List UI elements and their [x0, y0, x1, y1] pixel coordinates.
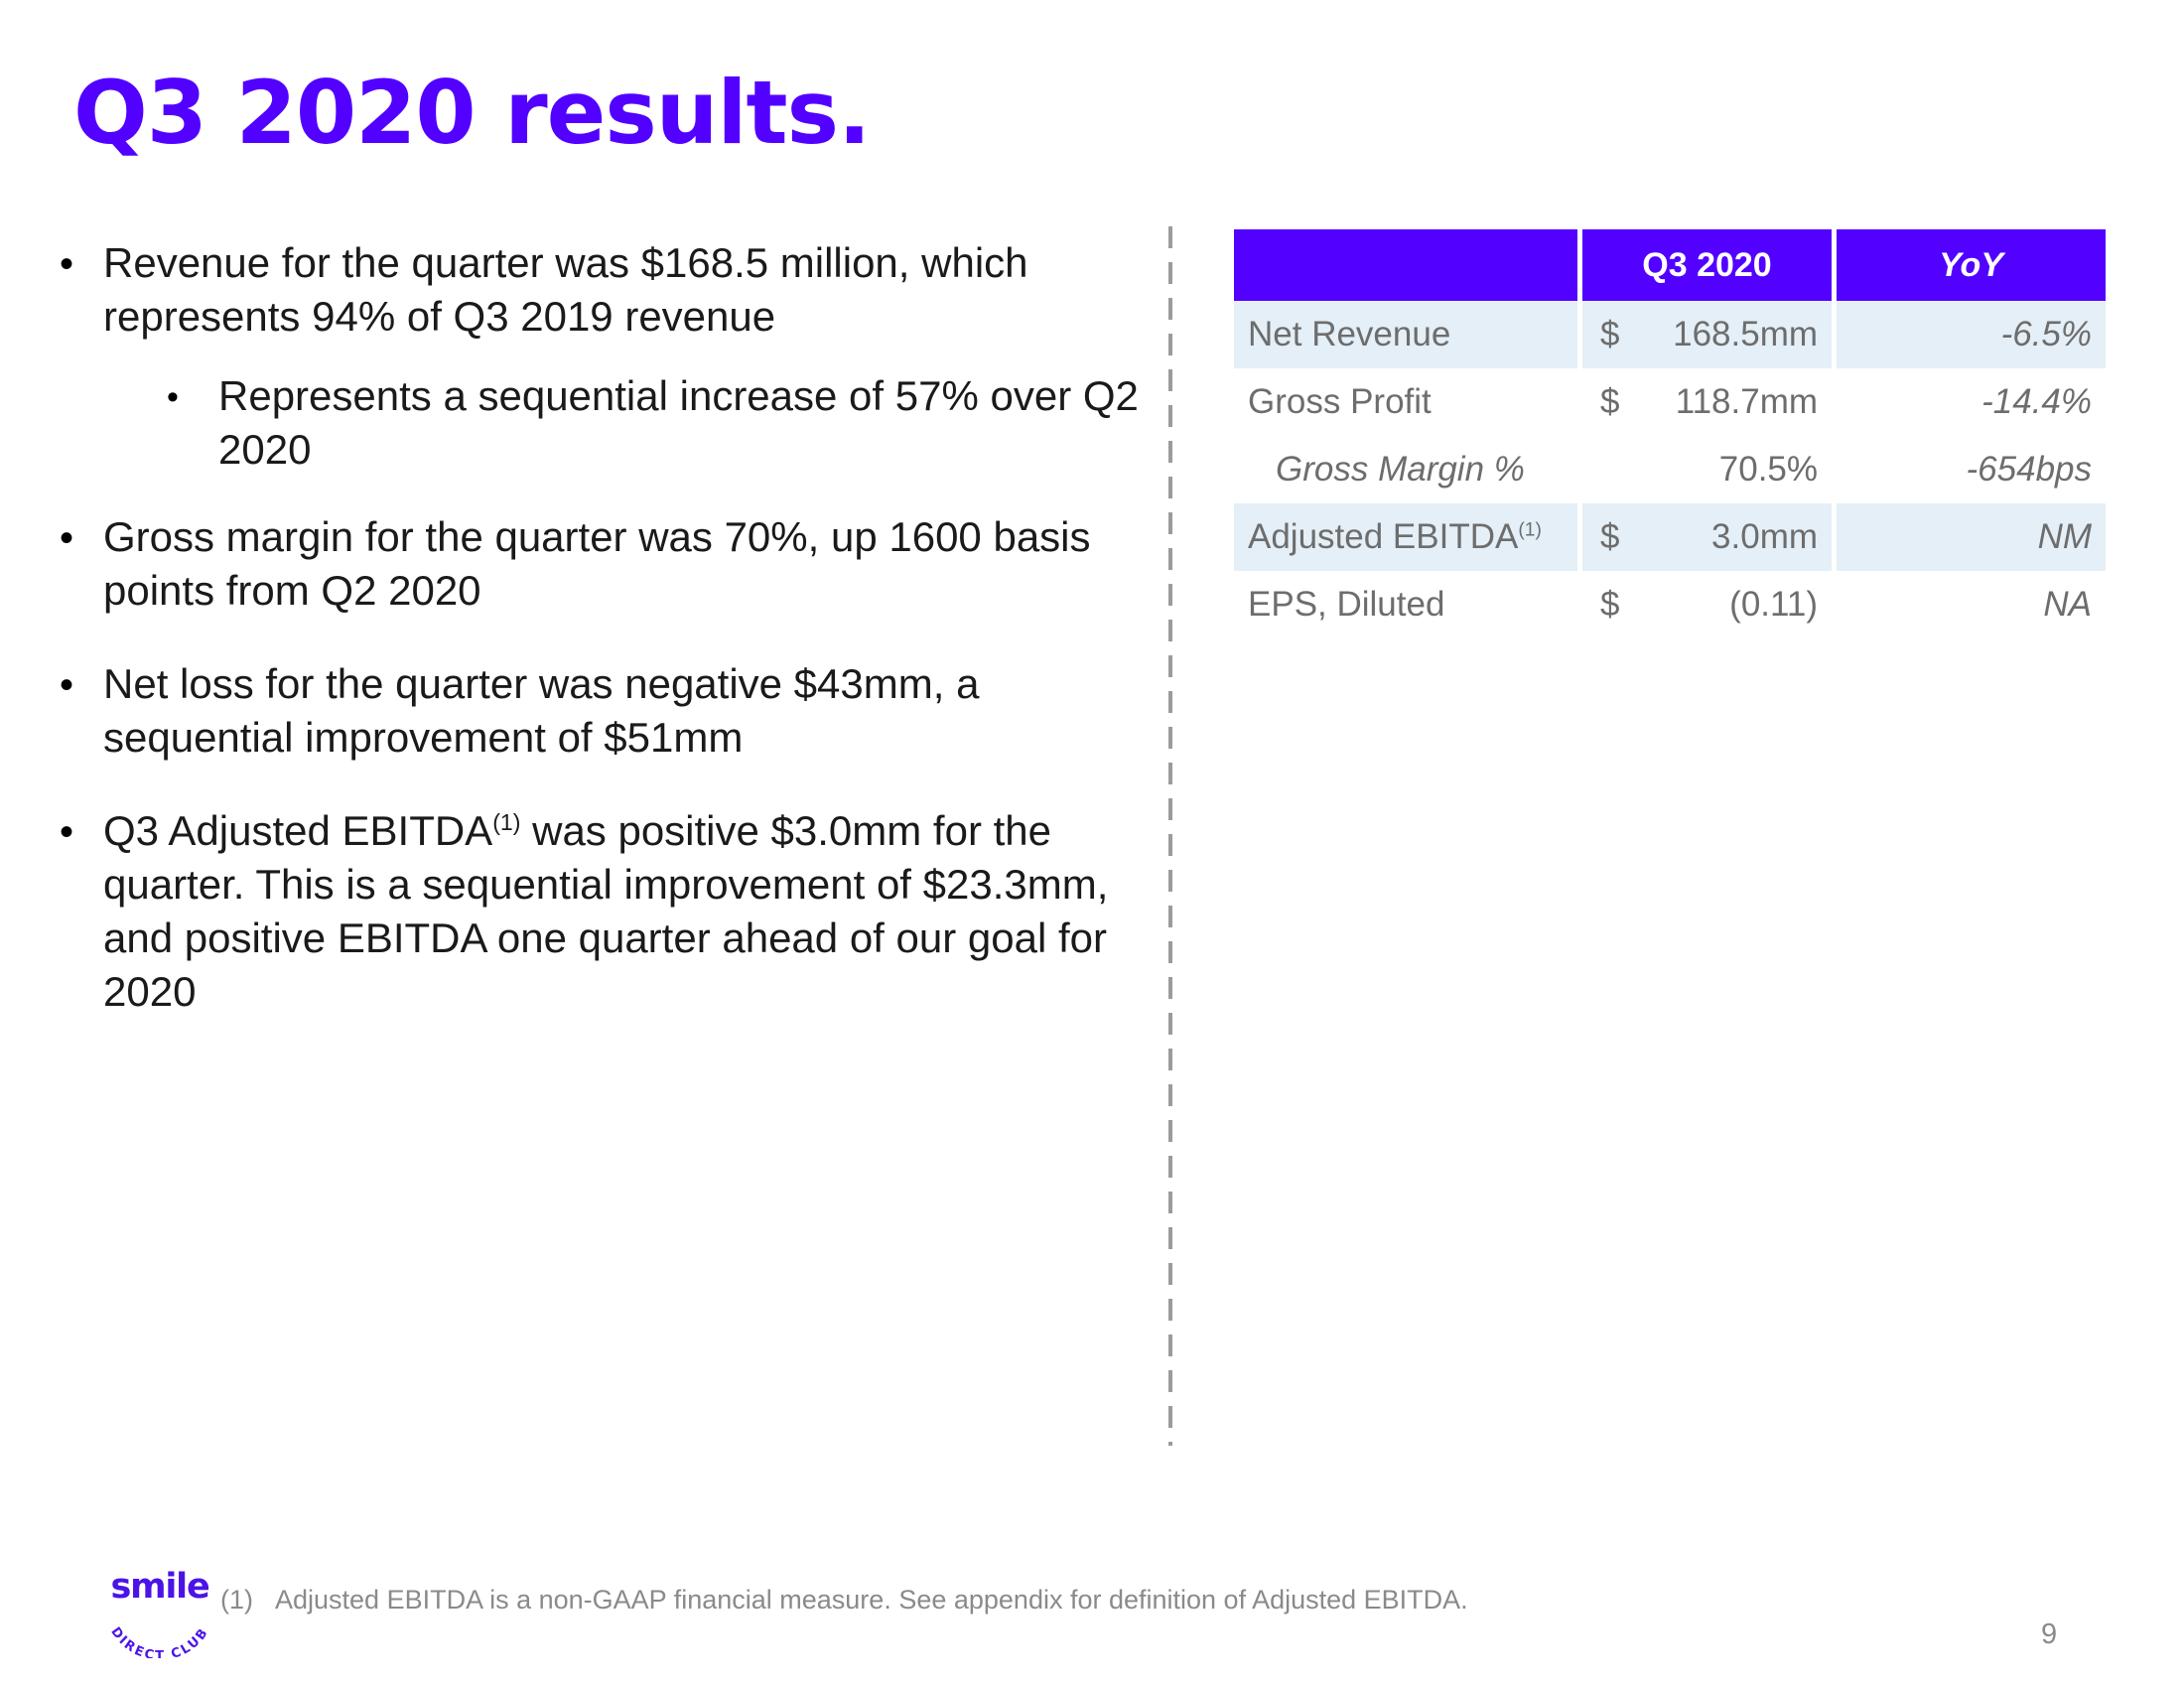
bullet-marker-icon: • — [60, 242, 74, 286]
bullet-item: • Q3 Adjusted EBITDA(1) was positive $3.0… — [60, 804, 1142, 1019]
table-row: Net Revenue $168.5mm -6.5% — [1234, 301, 2107, 368]
row-yoy-value: NM — [1832, 503, 2107, 571]
page-number: 9 — [2041, 1618, 2058, 1650]
row-yoy-value: -654bps — [1832, 436, 2107, 503]
table-body: Net Revenue $168.5mm -6.5% Gross Profit $118… — [1234, 301, 2107, 638]
column-header-yoy: YoY — [1832, 229, 2107, 301]
footnote: (1) Adjusted EBITDA is a non-GAAP financi… — [220, 1585, 1468, 1616]
row-label: EPS, Diluted — [1234, 571, 1577, 638]
footnote-ref: (1) — [492, 809, 521, 835]
row-yoy-value: NA — [1832, 571, 2107, 638]
row-value: 168.5mm — [1647, 301, 1833, 368]
smile-direct-club-logo: smile DIRECT CLUB — [97, 1567, 222, 1662]
vertical-dashed-divider — [1168, 226, 1172, 1446]
table-header-row: Q3 2020 YoY — [1234, 229, 2107, 301]
bullet-item: • Gross margin for the quarter was 70%, u… — [60, 510, 1142, 618]
bullet-item: • Net loss for the quarter was negative $… — [60, 657, 1142, 765]
bullet-list: • Revenue for the quarter was $168.5 mill… — [60, 236, 1142, 1053]
bullet-text: Represents a sequential increase of 57% … — [218, 372, 1139, 473]
row-label: Gross Profit — [1234, 368, 1577, 436]
row-value: 70.5% — [1647, 436, 1833, 503]
bullet-marker-icon: • — [167, 378, 179, 416]
financial-summary-table: Q3 2020 YoY Net Revenue $168.5mm -6.5% Gros… — [1234, 229, 2107, 638]
bullet-text: Q3 Adjusted EBITDA(1) was positive $3.0m… — [103, 807, 1109, 1015]
bullet-text: Revenue for the quarter was $168.5 milli… — [103, 239, 1028, 340]
bullet-text: Net loss for the quarter was negative $4… — [103, 660, 980, 761]
row-value: (0.11) — [1647, 571, 1833, 638]
table-row: Gross Margin % 70.5% -654bps — [1234, 436, 2107, 503]
page-title: Q3 2020 results. — [73, 62, 871, 164]
row-yoy-value: -6.5% — [1832, 301, 2107, 368]
bullet-marker-icon: • — [60, 516, 74, 560]
row-currency-symbol: $ — [1577, 503, 1647, 571]
bullet-text: Gross margin for the quarter was 70%, up… — [103, 513, 1091, 614]
row-label: Net Revenue — [1234, 301, 1577, 368]
row-currency-symbol: $ — [1577, 571, 1647, 638]
table-row: EPS, Diluted $ (0.11) NA — [1234, 571, 2107, 638]
row-label: Adjusted EBITDA(1) — [1234, 503, 1577, 571]
row-label: Gross Margin % — [1234, 436, 1577, 503]
table-row: Gross Profit $118.7mm -14.4% — [1234, 368, 2107, 436]
row-currency-symbol: $ — [1577, 301, 1647, 368]
table-row: Adjusted EBITDA(1) $3.0mm NM — [1234, 503, 2107, 571]
row-currency-symbol — [1577, 436, 1647, 503]
column-header-period: Q3 2020 — [1577, 229, 1833, 301]
bullet-marker-icon: • — [60, 810, 74, 854]
footnote-ref: (1) — [1518, 519, 1542, 541]
slide-root: Q3 2020 results. • Revenue for the quarte… — [0, 0, 2184, 1688]
row-currency-symbol: $ — [1577, 368, 1647, 436]
bullet-marker-icon: • — [60, 663, 74, 707]
bullet-item: • Represents a sequential increase of 57%… — [60, 369, 1142, 477]
footnote-number: (1) — [220, 1585, 253, 1615]
row-yoy-value: -14.4% — [1832, 368, 2107, 436]
row-value: 3.0mm — [1647, 503, 1833, 571]
footnote-text: Adjusted EBITDA is a non-GAAP financial … — [275, 1585, 1468, 1615]
bullet-item: • Revenue for the quarter was $168.5 mill… — [60, 236, 1142, 344]
logo-wordmark: smile — [110, 1567, 209, 1607]
svg-text:DIRECT CLUB: DIRECT CLUB — [107, 1624, 211, 1658]
column-header-blank — [1234, 229, 1577, 301]
logo-arc-text: DIRECT CLUB — [107, 1624, 211, 1658]
row-value: 118.7mm — [1647, 368, 1833, 436]
